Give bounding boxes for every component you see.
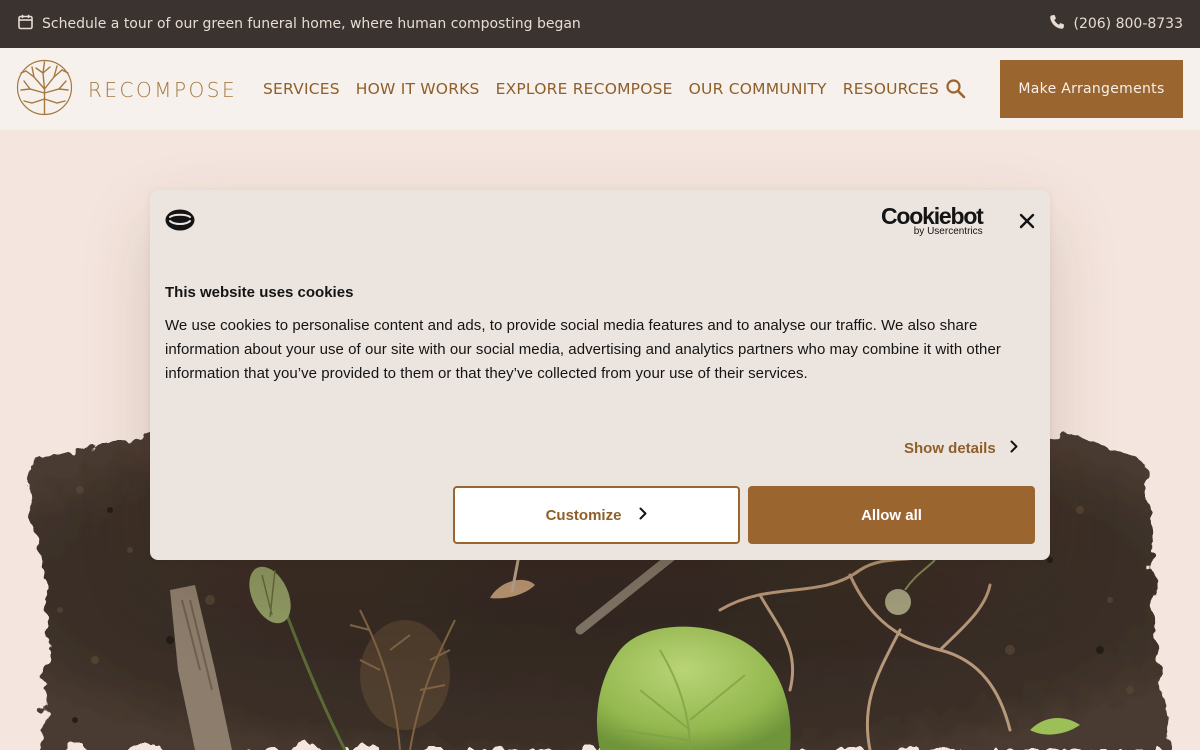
main-nav: SERVICES HOW IT WORKS EXPLORE RECOMPOSE … bbox=[263, 48, 939, 130]
logo-wordmark: RECOMPOSE bbox=[88, 77, 238, 102]
calendar-icon bbox=[18, 14, 33, 34]
nav-resources[interactable]: RESOURCES bbox=[843, 80, 939, 98]
announcement-bar: Schedule a tour of our green funeral hom… bbox=[0, 0, 1200, 48]
cookiebot-wordmark: Cookiebot bbox=[881, 203, 984, 229]
phone-number[interactable]: (206) 800-8733 bbox=[1074, 16, 1184, 32]
phone-icon bbox=[1049, 14, 1065, 34]
site-logo[interactable]: RECOMPOSE bbox=[16, 59, 237, 120]
cookiebot-logo: Cookiebot by Usercentrics bbox=[881, 203, 984, 237]
cookie-consent-dialog: Cookiebot by Usercentrics This website u… bbox=[150, 190, 1050, 560]
chevron-right-icon bbox=[1010, 440, 1018, 457]
tree-logo-icon bbox=[16, 59, 73, 120]
tour-text[interactable]: Schedule a tour of our green funeral hom… bbox=[42, 16, 581, 32]
nav-explore-recompose[interactable]: EXPLORE RECOMPOSE bbox=[496, 80, 673, 98]
close-icon[interactable] bbox=[1018, 212, 1036, 230]
cookie-icon bbox=[165, 209, 195, 236]
nav-how-it-works[interactable]: HOW IT WORKS bbox=[356, 80, 480, 98]
nav-services[interactable]: SERVICES bbox=[263, 80, 340, 98]
phone-link[interactable]: (206) 800-8733 bbox=[1049, 14, 1184, 34]
cookie-dialog-body: We use cookies to personalise content an… bbox=[165, 317, 1001, 382]
tour-link[interactable]: Schedule a tour of our green funeral hom… bbox=[18, 14, 581, 34]
chevron-right-icon bbox=[639, 507, 647, 524]
show-details-label[interactable]: Show details bbox=[904, 440, 996, 457]
customize-button[interactable]: Customize bbox=[453, 486, 740, 544]
nav-our-community[interactable]: OUR COMMUNITY bbox=[689, 80, 827, 98]
search-icon[interactable] bbox=[945, 78, 967, 100]
allow-all-button[interactable]: Allow all bbox=[748, 486, 1035, 544]
show-details-link[interactable]: Show details bbox=[904, 440, 1018, 457]
site-header: RECOMPOSE SERVICES HOW IT WORKS EXPLORE … bbox=[0, 48, 1200, 130]
cookie-dialog-title: This website uses cookies bbox=[165, 284, 354, 301]
make-arrangements-button[interactable]: Make Arrangements bbox=[1000, 60, 1183, 118]
customize-label[interactable]: Customize bbox=[546, 507, 622, 524]
